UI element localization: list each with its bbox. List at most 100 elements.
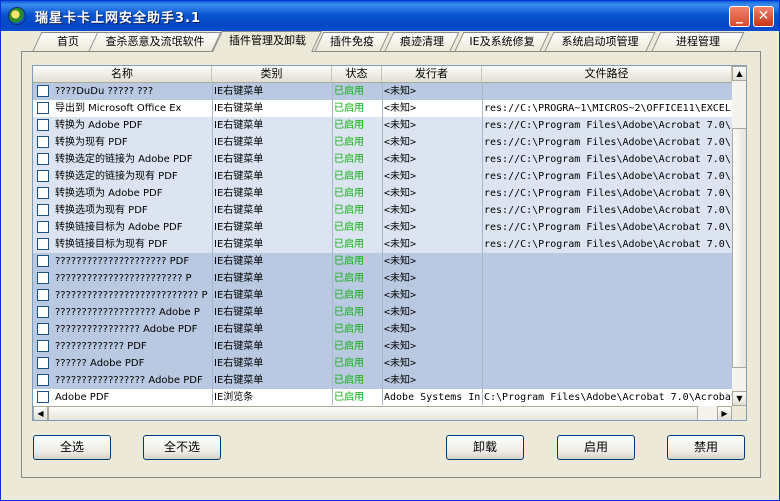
- tab-label: 插件免疫: [330, 35, 374, 48]
- cell-name: Adobe PDF: [55, 392, 110, 403]
- row-checkbox[interactable]: [37, 102, 49, 114]
- plugin-list[interactable]: 名称 类别 状态 发行者 文件路径 ????DuDu ????? ??? IE右键菜单 已启…: [32, 65, 747, 421]
- scroll-up-icon[interactable]: ▲: [732, 66, 746, 81]
- row-checkbox[interactable]: [37, 323, 49, 335]
- tab-7[interactable]: 进程管理: [651, 32, 745, 51]
- vertical-scrollbar[interactable]: ▲ ▼: [732, 66, 746, 406]
- horizontal-scroll-thumb[interactable]: [48, 406, 698, 420]
- cell-status: 已启用: [334, 358, 364, 369]
- cell-type: IE右键菜单: [214, 120, 264, 131]
- scroll-right-icon[interactable]: ▶: [717, 406, 732, 420]
- row-checkbox[interactable]: [37, 204, 49, 216]
- col-name-header[interactable]: 名称: [33, 66, 212, 83]
- cell-publisher: <未知>: [384, 171, 417, 182]
- cell-type: IE右键菜单: [214, 205, 264, 216]
- horizontal-scrollbar[interactable]: ◀ ▶: [33, 406, 732, 420]
- tab-2[interactable]: 插件管理及卸载: [212, 31, 322, 52]
- cell-name: ???????????????????????? P: [55, 273, 192, 284]
- cell-publisher: <未知>: [384, 188, 417, 199]
- window-title: 瑞星卡卡上网安全助手3.1: [35, 11, 202, 26]
- cell-path: res://C:\Program Files\Adobe\Acrobat 7.0…: [484, 171, 731, 182]
- tab-6[interactable]: 系统启动项管理: [544, 32, 656, 51]
- col-path-header[interactable]: 文件路径: [482, 66, 732, 83]
- row-checkbox[interactable]: [37, 374, 49, 386]
- cell-name: 转换选定的链接为 Adobe PDF: [55, 154, 193, 165]
- cell-publisher: <未知>: [384, 103, 417, 114]
- scroll-down-icon[interactable]: ▼: [732, 391, 746, 406]
- cell-name: ?????? Adobe PDF: [55, 358, 145, 369]
- row-checkbox[interactable]: [37, 153, 49, 165]
- title-bar[interactable]: 瑞星卡卡上网安全助手3.1 _ ✕: [1, 1, 779, 31]
- cell-path: [482, 372, 732, 389]
- close-button[interactable]: ✕: [753, 6, 774, 27]
- tab-label: 进程管理: [676, 35, 720, 48]
- uninstall-button[interactable]: 卸载: [446, 435, 524, 460]
- cell-path: [482, 321, 732, 338]
- cell-name: ????????????????????? PDF: [55, 256, 190, 267]
- vertical-scroll-thumb[interactable]: [732, 128, 746, 368]
- cell-status: 已启用: [334, 205, 364, 216]
- col-status-header[interactable]: 状态: [332, 66, 382, 83]
- cell-publisher: Adobe Systems In: [384, 392, 481, 403]
- row-checkbox[interactable]: [37, 272, 49, 284]
- row-checkbox[interactable]: [37, 187, 49, 199]
- cell-name: 转换选项为 Adobe PDF: [55, 188, 163, 199]
- cell-path: [482, 304, 732, 321]
- cell-type: IE右键菜单: [214, 341, 264, 352]
- scroll-corner: [732, 406, 746, 420]
- cell-name: 导出到 Microsoft Office Ex: [55, 103, 182, 114]
- cell-status: 已启用: [334, 392, 364, 403]
- tab-1[interactable]: 查杀恶意及流氓软件: [88, 32, 222, 51]
- row-checkbox[interactable]: [37, 255, 49, 267]
- cell-status: 已启用: [334, 171, 364, 182]
- cell-path: [482, 355, 732, 372]
- cell-path: [482, 270, 732, 287]
- cell-type: IE右键菜单: [214, 307, 264, 318]
- cell-type: IE右键菜单: [214, 256, 264, 267]
- row-checkbox[interactable]: [37, 391, 49, 403]
- cell-type: IE右键菜单: [214, 239, 264, 250]
- column-divider: [332, 83, 333, 405]
- row-checkbox[interactable]: [37, 306, 49, 318]
- cell-status: 已启用: [334, 375, 364, 386]
- disable-button[interactable]: 禁用: [667, 435, 745, 460]
- cell-type: IE右键菜单: [214, 222, 264, 233]
- cell-status: 已启用: [334, 137, 364, 148]
- tab-3[interactable]: 插件免疫: [314, 32, 390, 51]
- row-checkbox[interactable]: [37, 340, 49, 352]
- scroll-left-icon[interactable]: ◀: [33, 406, 48, 420]
- row-checkbox[interactable]: [37, 289, 49, 301]
- cell-status: 已启用: [334, 120, 364, 131]
- cell-path: res://C:\Program Files\Adobe\Acrobat 7.0…: [484, 222, 731, 233]
- cell-name: ????????????????? Adobe PDF: [55, 375, 203, 386]
- row-checkbox[interactable]: [37, 221, 49, 233]
- cell-name: ??????????????????? Adobe P: [55, 307, 200, 318]
- cell-status: 已启用: [334, 256, 364, 267]
- tab-4[interactable]: 痕迹清理: [384, 32, 460, 51]
- minimize-button[interactable]: _: [729, 6, 750, 27]
- cell-type: IE右键菜单: [214, 290, 264, 301]
- row-checkbox[interactable]: [37, 170, 49, 182]
- cell-name: ???????????????? Adobe PDF: [55, 324, 198, 335]
- row-checkbox[interactable]: [37, 85, 49, 97]
- cell-name: 转换链接目标为现有 PDF: [55, 239, 168, 250]
- cell-type: IE右键菜单: [214, 86, 264, 97]
- cell-name: 转换选定的链接为现有 PDF: [55, 171, 178, 182]
- enable-button[interactable]: 启用: [557, 435, 635, 460]
- col-publisher-header[interactable]: 发行者: [382, 66, 482, 83]
- select-all-button[interactable]: 全选: [33, 435, 111, 460]
- col-type-header[interactable]: 类别: [212, 66, 332, 83]
- cell-name: 转换为现有 PDF: [55, 137, 128, 148]
- tab-5[interactable]: IE及系统修复: [454, 32, 550, 51]
- cell-publisher: <未知>: [384, 341, 417, 352]
- row-checkbox[interactable]: [37, 119, 49, 131]
- cell-status: 已启用: [334, 222, 364, 233]
- row-checkbox[interactable]: [37, 238, 49, 250]
- cell-publisher: <未知>: [384, 120, 417, 131]
- cell-publisher: <未知>: [384, 205, 417, 216]
- select-none-button[interactable]: 全不选: [143, 435, 221, 460]
- row-checkbox[interactable]: [37, 357, 49, 369]
- cell-status: 已启用: [334, 307, 364, 318]
- row-checkbox[interactable]: [37, 136, 49, 148]
- cell-publisher: <未知>: [384, 290, 417, 301]
